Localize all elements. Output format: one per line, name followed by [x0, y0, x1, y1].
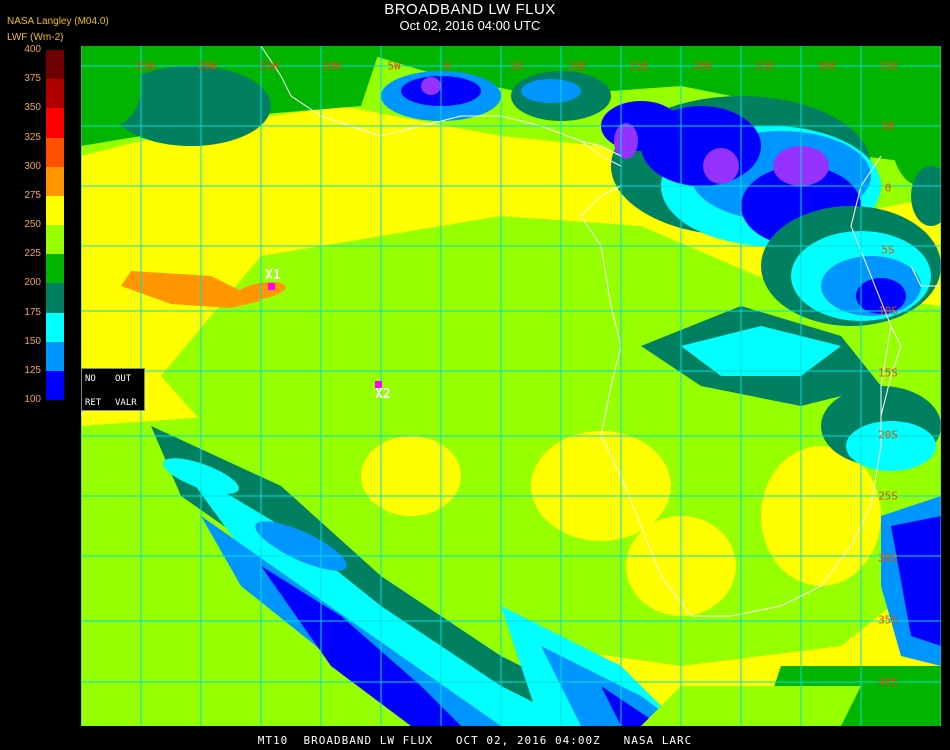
unit-label: LWF (Wm-2) [7, 32, 64, 43]
legend-swatch [46, 370, 64, 401]
data-source-label: NASA Langley (M04.0) [7, 16, 109, 27]
latitude-label: 40S [878, 675, 898, 689]
longitude-label: 20E [693, 59, 713, 73]
latitude-label: 20S [878, 428, 898, 442]
legend-label: 300 [24, 160, 41, 172]
latitude-label: 35S [878, 613, 898, 627]
page-subtitle: Oct 02, 2016 04:00 UTC [399, 18, 541, 33]
legend-swatch [46, 79, 64, 109]
footer-caption: MT10 BROADBAND LW FLUX OCT 02, 2016 04:0… [257, 734, 693, 747]
flux-region [461, 326, 621, 426]
longitude-label: 10E [567, 59, 587, 73]
legend-swatch [46, 50, 64, 80]
longitude-label: 20W [197, 59, 217, 73]
latitude-label: 5N [881, 119, 895, 133]
legend-label: 125 [24, 364, 41, 376]
page-title: BROADBAND LW FLUX [384, 1, 556, 18]
marker-x1-label: X1 [265, 268, 281, 283]
longitude-label: 25W [135, 59, 155, 73]
longitude-label: 25E [755, 59, 775, 73]
flux-region [614, 123, 638, 159]
legend-label: 250 [24, 219, 41, 230]
legend-label: 275 [24, 189, 41, 201]
longitude-label: 15W [259, 59, 279, 73]
flux-region [531, 431, 671, 541]
map-canvas [81, 46, 941, 726]
flux-region [421, 77, 441, 95]
latitude-label: 25S [878, 489, 898, 503]
legend-swatch [46, 225, 64, 255]
legend-label: 325 [24, 131, 41, 143]
legend-label: 150 [24, 335, 41, 347]
status-no: NO [85, 374, 96, 384]
latitude-label: 15S [878, 366, 898, 380]
longitude-label: 15E [629, 59, 649, 73]
latitude-label: 5S [881, 243, 895, 257]
legend-label: 225 [24, 248, 41, 260]
legend-label: 200 [24, 277, 41, 289]
longitude-label: 5W [387, 59, 401, 73]
flux-region [81, 46, 141, 126]
legend-label: 400 [24, 44, 41, 55]
flux-region [761, 446, 881, 586]
title-block: BROADBAND LW FLUX Oct 02, 2016 04:00 UTC [0, 0, 950, 36]
legend-swatch [46, 195, 64, 226]
longitude-label: 35E [879, 59, 899, 73]
latitude-label: 10S [878, 304, 898, 318]
status-box: NO OUT RET VALR [81, 368, 145, 411]
flux-region [703, 148, 739, 184]
marker-x1[interactable] [268, 283, 275, 290]
latitude-label: 30S [878, 551, 898, 565]
legend-swatch [46, 283, 64, 313]
legend-swatch [46, 166, 64, 197]
legend-swatch [46, 312, 64, 343]
flux-field-layer [81, 46, 941, 726]
longitude-label: 30E [817, 59, 837, 73]
status-valr: VALR [115, 398, 137, 408]
legend-swatch [46, 341, 64, 372]
legend-label: 375 [24, 73, 41, 85]
flux-map[interactable]: 25W 20W 15W 10W 5W 0 5E 10E 15E 20E 25E 30E 35E 5N 0 5… [81, 46, 941, 726]
marker-x2-label: X2 [375, 387, 391, 402]
flux-region [361, 436, 461, 516]
longitude-label: 10W [321, 59, 341, 73]
legend-label: 350 [24, 102, 41, 114]
longitude-label: 5E [510, 59, 524, 73]
legend-swatch [46, 137, 64, 168]
legend-label: 175 [24, 306, 41, 318]
legend-swatch [46, 254, 64, 284]
legend-label: 100 [24, 394, 41, 405]
legend-swatch [46, 108, 64, 138]
status-out: OUT [115, 374, 132, 384]
latitude-label: 0 [884, 181, 892, 195]
status-ret: RET [85, 398, 102, 408]
flux-region [521, 79, 581, 103]
color-legend [46, 50, 64, 401]
longitude-label: 0 [443, 59, 451, 73]
